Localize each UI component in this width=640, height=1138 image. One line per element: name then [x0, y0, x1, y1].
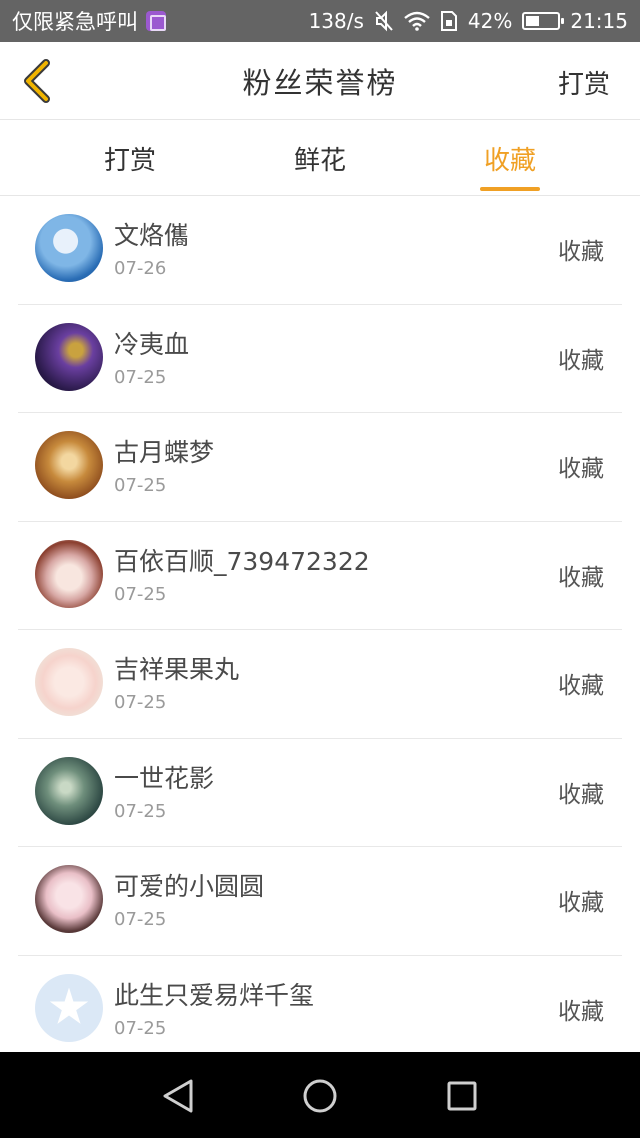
nav-home-button[interactable]: [300, 1076, 340, 1116]
date: 07-25: [114, 366, 167, 388]
user-name: 冷夷血: [114, 329, 190, 359]
tab-bar: 打赏 鲜花 收藏: [0, 120, 640, 196]
nav-back-button[interactable]: [158, 1076, 198, 1116]
user-name: 百依百顺_739472322: [114, 546, 370, 576]
triangle-back-icon: [163, 1079, 193, 1113]
list-item[interactable]: 冷夷血 07-25 收藏: [18, 305, 622, 413]
date: 07-25: [114, 800, 167, 822]
tab-label: 打赏: [103, 145, 156, 176]
battery-icon: [522, 12, 565, 30]
avatar[interactable]: [35, 973, 103, 1042]
avatar[interactable]: [35, 214, 103, 282]
favorite-label: 收藏: [558, 456, 604, 482]
favorite-label: 收藏: [558, 781, 604, 808]
user-name: 吉祥果果丸: [114, 655, 240, 684]
list-item[interactable]: 百依百顺_739472322 07-25 收藏: [18, 522, 622, 630]
date: 07-25: [114, 583, 167, 605]
mute-icon: [374, 10, 394, 32]
list-item[interactable]: 文烙儶 07-26 收藏: [18, 196, 622, 305]
app-header: 粉丝荣誉榜 打赏: [0, 42, 640, 120]
wifi-icon: [404, 11, 430, 31]
nav-recents-button[interactable]: [442, 1076, 482, 1116]
tab-label: 鲜花: [293, 145, 346, 176]
date: 07-25: [114, 692, 167, 713]
avatar[interactable]: [35, 539, 103, 608]
carrier-text: 仅限紧急呼叫: [12, 10, 138, 34]
chevron-left-icon: [24, 59, 50, 103]
favorite-label: 收藏: [558, 239, 604, 265]
system-navigation-bar: [0, 1052, 640, 1138]
user-name: 一世花影: [114, 763, 215, 793]
favorite-label: 收藏: [558, 347, 604, 374]
star-icon: [49, 987, 89, 1024]
reward-button[interactable]: 打赏: [558, 64, 610, 101]
date: 07-25: [114, 475, 167, 496]
date: 07-25: [114, 909, 167, 930]
clock: 21:15: [570, 9, 628, 33]
user-name: 古月蝶梦: [114, 438, 215, 467]
gallery-notification-icon: [146, 11, 166, 31]
list-item[interactable]: 可爱的小圆圆 07-25 收藏: [18, 847, 622, 956]
status-bar: 仅限紧急呼叫 138/s 42% 21:15: [0, 0, 640, 42]
active-tab-indicator: [480, 187, 540, 191]
avatar[interactable]: [35, 756, 103, 825]
user-name: 可爱的小圆圆: [114, 872, 265, 901]
back-button[interactable]: [14, 56, 60, 106]
sim-card-icon: [440, 10, 458, 32]
list-item[interactable]: 古月蝶梦 07-25 收藏: [18, 413, 622, 522]
date: 07-26: [114, 258, 167, 279]
tab-label: 收藏: [483, 145, 536, 176]
list-item[interactable]: 吉祥果果丸 07-25 收藏: [18, 630, 622, 739]
user-name: 此生只爱易烊千玺: [114, 980, 315, 1010]
tab-reward[interactable]: 打赏: [70, 120, 190, 196]
network-speed: 138/s: [308, 9, 364, 33]
user-name: 文烙儶: [114, 221, 190, 250]
tab-favorites[interactable]: 收藏: [450, 120, 570, 196]
favorite-label: 收藏: [558, 998, 604, 1025]
square-recents-icon: [447, 1081, 477, 1111]
page-title: 粉丝荣誉榜: [242, 65, 398, 100]
date: 07-25: [114, 1017, 167, 1039]
battery-percent: 42%: [467, 9, 513, 33]
list-item[interactable]: 一世花影 07-25 收藏: [18, 739, 622, 847]
favorite-label: 收藏: [558, 564, 604, 591]
favorite-label: 收藏: [558, 673, 604, 699]
circle-home-icon: [303, 1079, 337, 1113]
list-item[interactable]: 此生只爱易烊千玺 07-25 收藏: [18, 956, 622, 1064]
avatar[interactable]: [35, 648, 103, 716]
favorite-label: 收藏: [558, 890, 604, 916]
avatar[interactable]: [35, 865, 103, 933]
avatar[interactable]: [35, 322, 103, 391]
fan-list: 文烙儶 07-26 收藏 冷夷血 07-25 收藏 古月蝶梦 07-25 收藏 …: [0, 196, 640, 1064]
tab-flowers[interactable]: 鲜花: [260, 120, 380, 196]
avatar[interactable]: [35, 431, 103, 499]
